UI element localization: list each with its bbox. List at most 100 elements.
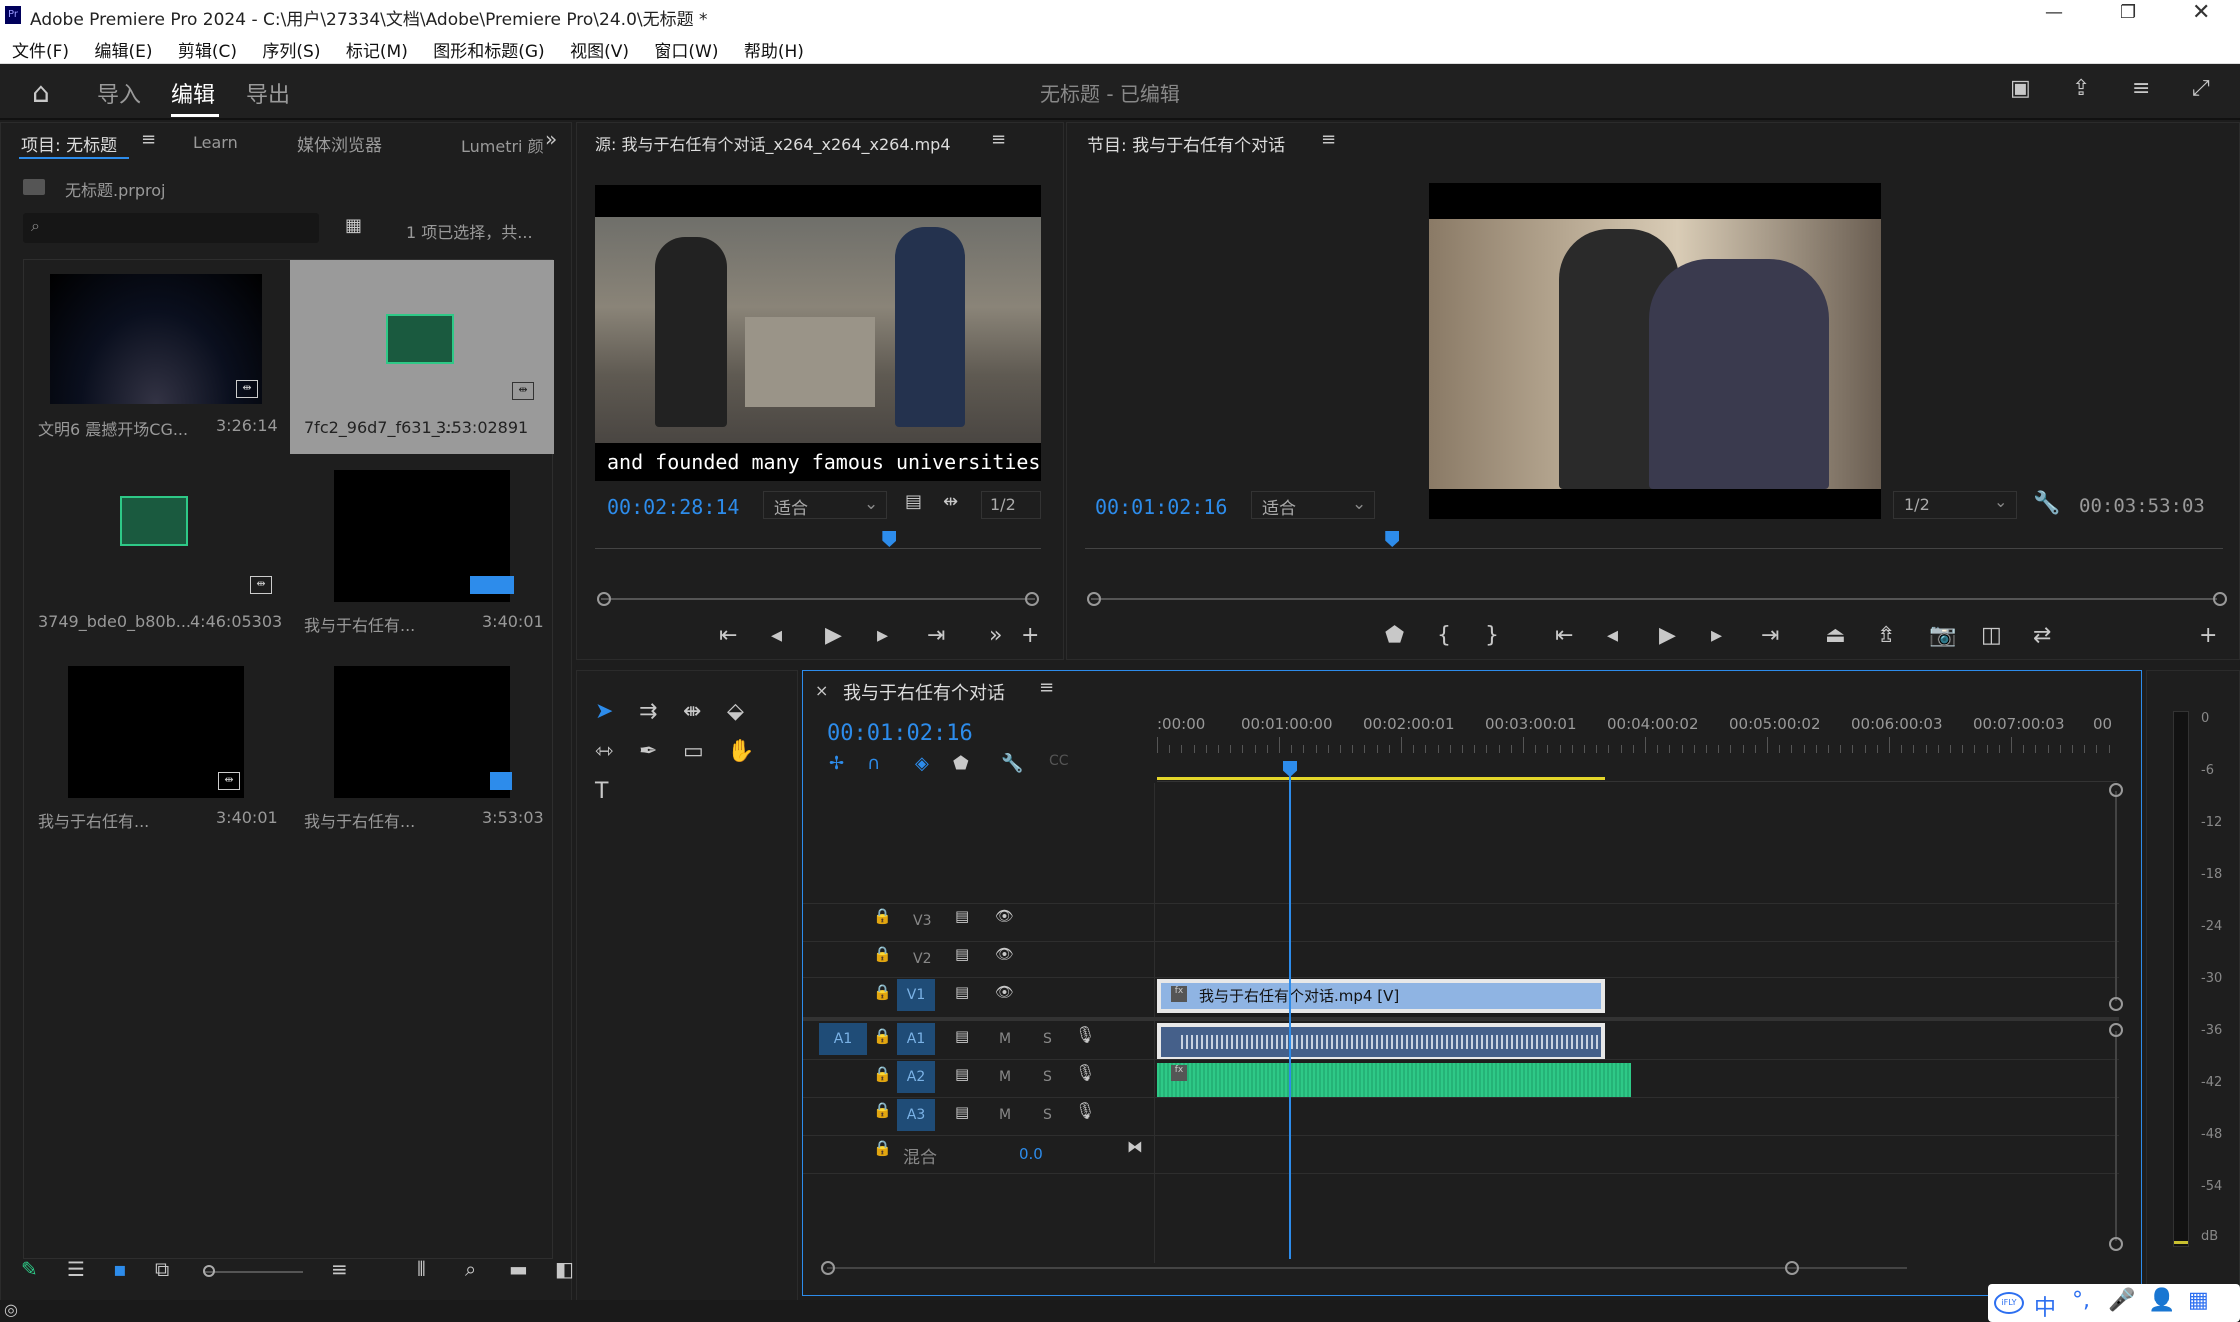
- lock-icon[interactable]: 🔒: [873, 983, 892, 1001]
- restore-icon[interactable]: ❐: [2120, 2, 2136, 23]
- camera-icon[interactable]: 📷: [1929, 623, 1956, 648]
- project-item[interactable]: ⇹ 文明6 震撼开场CG... 3:26:14: [24, 260, 288, 456]
- menu-markers[interactable]: 标记(M): [346, 37, 408, 62]
- pencil-icon[interactable]: ✎: [21, 1257, 38, 1281]
- find-icon[interactable]: ⌕: [465, 1257, 476, 1281]
- project-item[interactable]: ⇹ 3749_bde0_b80b... 4:46:05303: [24, 456, 288, 652]
- program-fit-dropdown[interactable]: 适合 ⌄: [1251, 491, 1375, 519]
- selection-tool-icon[interactable]: ➤: [595, 699, 613, 724]
- ime-language[interactable]: 中: [2034, 1290, 2056, 1322]
- source-fit-dropdown[interactable]: 适合 ⌄: [763, 491, 887, 519]
- lock-icon[interactable]: 🔒: [873, 1139, 892, 1157]
- mark-in-icon[interactable]: {: [1437, 623, 1451, 648]
- eye-icon[interactable]: 👁: [995, 983, 1014, 1001]
- close-tab-icon[interactable]: ×: [815, 681, 828, 700]
- source-patch-a1[interactable]: A1: [819, 1023, 867, 1055]
- sync-lock-icon[interactable]: ▤: [955, 907, 969, 925]
- minimize-icon[interactable]: —: [2045, 2, 2063, 23]
- scroll-handle[interactable]: [2109, 1023, 2123, 1037]
- track-select-icon[interactable]: ⇉: [639, 699, 657, 724]
- step-back-icon[interactable]: ◂: [771, 623, 782, 648]
- tab-lumetri[interactable]: Lumetri 颜: [461, 133, 544, 157]
- microphone-icon[interactable]: 🎙: [1075, 1063, 1095, 1082]
- hand-tool-icon[interactable]: ✋: [727, 739, 754, 764]
- menu-file[interactable]: 文件(F): [12, 37, 69, 62]
- toolbox-icon[interactable]: ▦: [2188, 1288, 2209, 1313]
- timeline-timecode[interactable]: 00:01:02:16: [827, 721, 973, 746]
- source-monitor-title[interactable]: 源: 我与于右任有个对话_x264_x264_x264.mp4: [595, 131, 951, 155]
- track-target-a3[interactable]: A3: [897, 1099, 935, 1131]
- list-view-icon[interactable]: ☰: [67, 1257, 85, 1281]
- extract-icon[interactable]: ⇯: [1877, 623, 1895, 648]
- step-forward-icon[interactable]: ▸: [1711, 623, 1722, 648]
- menu-help[interactable]: 帮助(H): [744, 37, 804, 62]
- lift-icon[interactable]: ⏏: [1825, 623, 1846, 648]
- sort-icon[interactable]: ≡: [331, 1257, 348, 1281]
- workspaces-icon[interactable]: ≡: [2132, 76, 2150, 101]
- program-timecode[interactable]: 00:01:02:16: [1095, 495, 1227, 519]
- microphone-icon[interactable]: 🎙: [1075, 1101, 1095, 1120]
- panel-menu-icon[interactable]: ≡: [1039, 677, 1054, 698]
- track-target-v1[interactable]: V1: [897, 979, 935, 1011]
- sequence-tab[interactable]: 我与于右任有个对话: [843, 679, 1005, 705]
- share-icon[interactable]: ⇪: [2072, 76, 2090, 101]
- home-icon[interactable]: ⌂: [32, 76, 50, 109]
- panel-menu-icon[interactable]: ≡: [1321, 129, 1336, 150]
- menu-sequence[interactable]: 序列(S): [262, 37, 320, 62]
- lock-icon[interactable]: 🔒: [873, 1027, 892, 1045]
- sync-lock-icon[interactable]: ▤: [955, 1065, 969, 1083]
- microphone-icon[interactable]: 🎙: [1075, 1025, 1095, 1044]
- track-target-a2[interactable]: A2: [897, 1061, 935, 1093]
- sync-lock-icon[interactable]: ▤: [955, 1027, 969, 1045]
- new-bin-icon[interactable]: ▬: [509, 1257, 528, 1281]
- new-bin-icon[interactable]: ▦: [345, 215, 362, 236]
- sync-lock-icon[interactable]: ▤: [955, 945, 969, 963]
- source-timecode[interactable]: 00:02:28:14: [607, 495, 739, 519]
- rectangle-tool-icon[interactable]: ▭: [683, 739, 704, 764]
- go-to-out-icon[interactable]: ⇥: [927, 623, 945, 648]
- microphone-icon[interactable]: 🎤: [2108, 1288, 2135, 1313]
- source-zoom-bar[interactable]: [601, 598, 1035, 600]
- lock-icon[interactable]: 🔒: [873, 1101, 892, 1119]
- add-button-icon[interactable]: +: [1021, 623, 1039, 648]
- source-time-ruler[interactable]: [595, 535, 1041, 549]
- lock-icon[interactable]: 🔒: [873, 1065, 892, 1083]
- panel-menu-icon[interactable]: ≡: [991, 129, 1006, 150]
- add-button-icon[interactable]: +: [2199, 623, 2217, 648]
- sync-lock-icon[interactable]: ▤: [955, 983, 969, 1001]
- settings-icon[interactable]: ▤: [905, 491, 922, 512]
- eye-icon[interactable]: 👁: [995, 907, 1014, 925]
- freeform-view-icon[interactable]: ⧉: [155, 1257, 169, 1281]
- mute-button[interactable]: M: [999, 1107, 1011, 1123]
- track-label-v3[interactable]: V3: [913, 913, 931, 929]
- new-item-icon[interactable]: ◧: [555, 1257, 574, 1281]
- edit-tab[interactable]: 编辑: [171, 77, 215, 109]
- mute-button[interactable]: M: [999, 1031, 1011, 1047]
- solo-button[interactable]: S: [1043, 1069, 1052, 1085]
- program-time-ruler[interactable]: [1085, 535, 2223, 549]
- tab-media-browser[interactable]: 媒体浏览器: [297, 131, 382, 156]
- quick-export-icon[interactable]: ▣: [2010, 76, 2031, 101]
- ripple-edit-icon[interactable]: ⇼: [683, 699, 701, 724]
- play-icon[interactable]: ▶: [825, 623, 842, 648]
- wrench-icon[interactable]: 🔧: [2033, 491, 2060, 516]
- menu-clip[interactable]: 剪辑(C): [178, 37, 237, 62]
- audio-clip-a1[interactable]: [1157, 1023, 1605, 1059]
- mix-value[interactable]: 0.0: [1019, 1145, 1043, 1163]
- audio-clip-a2[interactable]: fx: [1157, 1063, 1631, 1097]
- program-monitor-title[interactable]: 节目: 我与于右任有个对话: [1087, 131, 1285, 156]
- razor-icon[interactable]: ⬙: [727, 699, 744, 724]
- lock-icon[interactable]: 🔒: [873, 945, 892, 963]
- type-tool-icon[interactable]: T: [595, 779, 608, 804]
- source-resolution[interactable]: 1/2: [981, 491, 1041, 519]
- video-clip-v1[interactable]: fx 我与于右任有个对话.mp4 [V]: [1157, 979, 1605, 1013]
- zoom-handle-left[interactable]: [597, 592, 611, 606]
- project-item[interactable]: 我与于右任有... 3:53:03: [290, 652, 554, 848]
- solo-button[interactable]: S: [1043, 1107, 1052, 1123]
- captions-icon[interactable]: CC: [1049, 753, 1069, 769]
- scroll-handle[interactable]: [1785, 1261, 1799, 1275]
- solo-button[interactable]: S: [1043, 1031, 1052, 1047]
- zoom-handle-right[interactable]: [2213, 592, 2227, 606]
- mark-out-icon[interactable]: }: [1485, 623, 1499, 648]
- snap-icon[interactable]: ✢: [829, 753, 844, 774]
